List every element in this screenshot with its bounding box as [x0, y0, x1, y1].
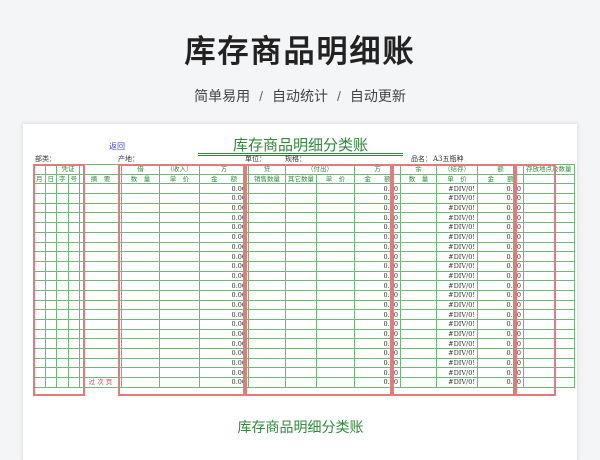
separator: / — [337, 88, 341, 104]
table-cell[interactable] — [79, 367, 122, 379]
table-cell[interactable] — [79, 231, 122, 243]
table-cell[interactable] — [79, 251, 122, 262]
credit-border — [245, 164, 392, 396]
feature-auto-update: 自动更新 — [349, 88, 406, 104]
unit-label: 单位： — [245, 155, 266, 163]
product-name-label: 品名： — [411, 155, 432, 163]
department-label: 部类： — [35, 155, 56, 163]
table-cell[interactable] — [79, 338, 122, 350]
table-cell[interactable] — [79, 319, 122, 330]
table-cell[interactable] — [79, 270, 122, 282]
debit-border — [118, 164, 245, 396]
table-cell[interactable] — [79, 193, 122, 204]
summary-header: 摘 要 — [79, 173, 122, 185]
table-cell[interactable] — [79, 202, 122, 214]
table-cell[interactable] — [79, 328, 122, 340]
product-name-value[interactable]: A3五瓶种 — [433, 154, 464, 164]
footer-title: 库存商品明细分类账 — [237, 420, 364, 436]
table-cell[interactable] — [79, 348, 122, 359]
storage-border — [515, 164, 556, 396]
table-cell[interactable] — [79, 309, 122, 320]
table-cell[interactable] — [79, 280, 122, 291]
feature-tagline: 简单易用 / 自动统计 / 自动更新 — [0, 86, 600, 106]
spec-label: 规格： — [285, 155, 306, 163]
feature-auto-stats: 自动统计 — [272, 88, 328, 104]
balance-border — [392, 164, 515, 396]
table-cell[interactable] — [79, 183, 122, 195]
feature-easy: 简单易用 — [194, 88, 251, 104]
table-cell[interactable] — [79, 357, 122, 369]
table-cell[interactable] — [79, 260, 122, 272]
table-cell[interactable] — [79, 212, 122, 224]
voucher-border — [33, 164, 85, 396]
sheet-title: 库存商品明细分类账 — [232, 136, 368, 154]
ledger-sheet: 返回 库存商品明细分类账 部类： 产地： 单位： 规格： 品名： A3五瓶种 凭… — [23, 124, 577, 460]
page-title: 库存商品明细账 — [184, 34, 416, 69]
table-cell[interactable] — [79, 289, 122, 301]
separator: / — [259, 88, 263, 104]
table-cell[interactable] — [79, 241, 122, 253]
table-cell[interactable] — [79, 299, 122, 311]
origin-label: 产地： — [118, 155, 139, 163]
carry-forward-label: 过 次 页 — [79, 377, 122, 388]
back-link[interactable]: 返回 — [109, 141, 125, 152]
table-cell[interactable] — [79, 222, 122, 233]
